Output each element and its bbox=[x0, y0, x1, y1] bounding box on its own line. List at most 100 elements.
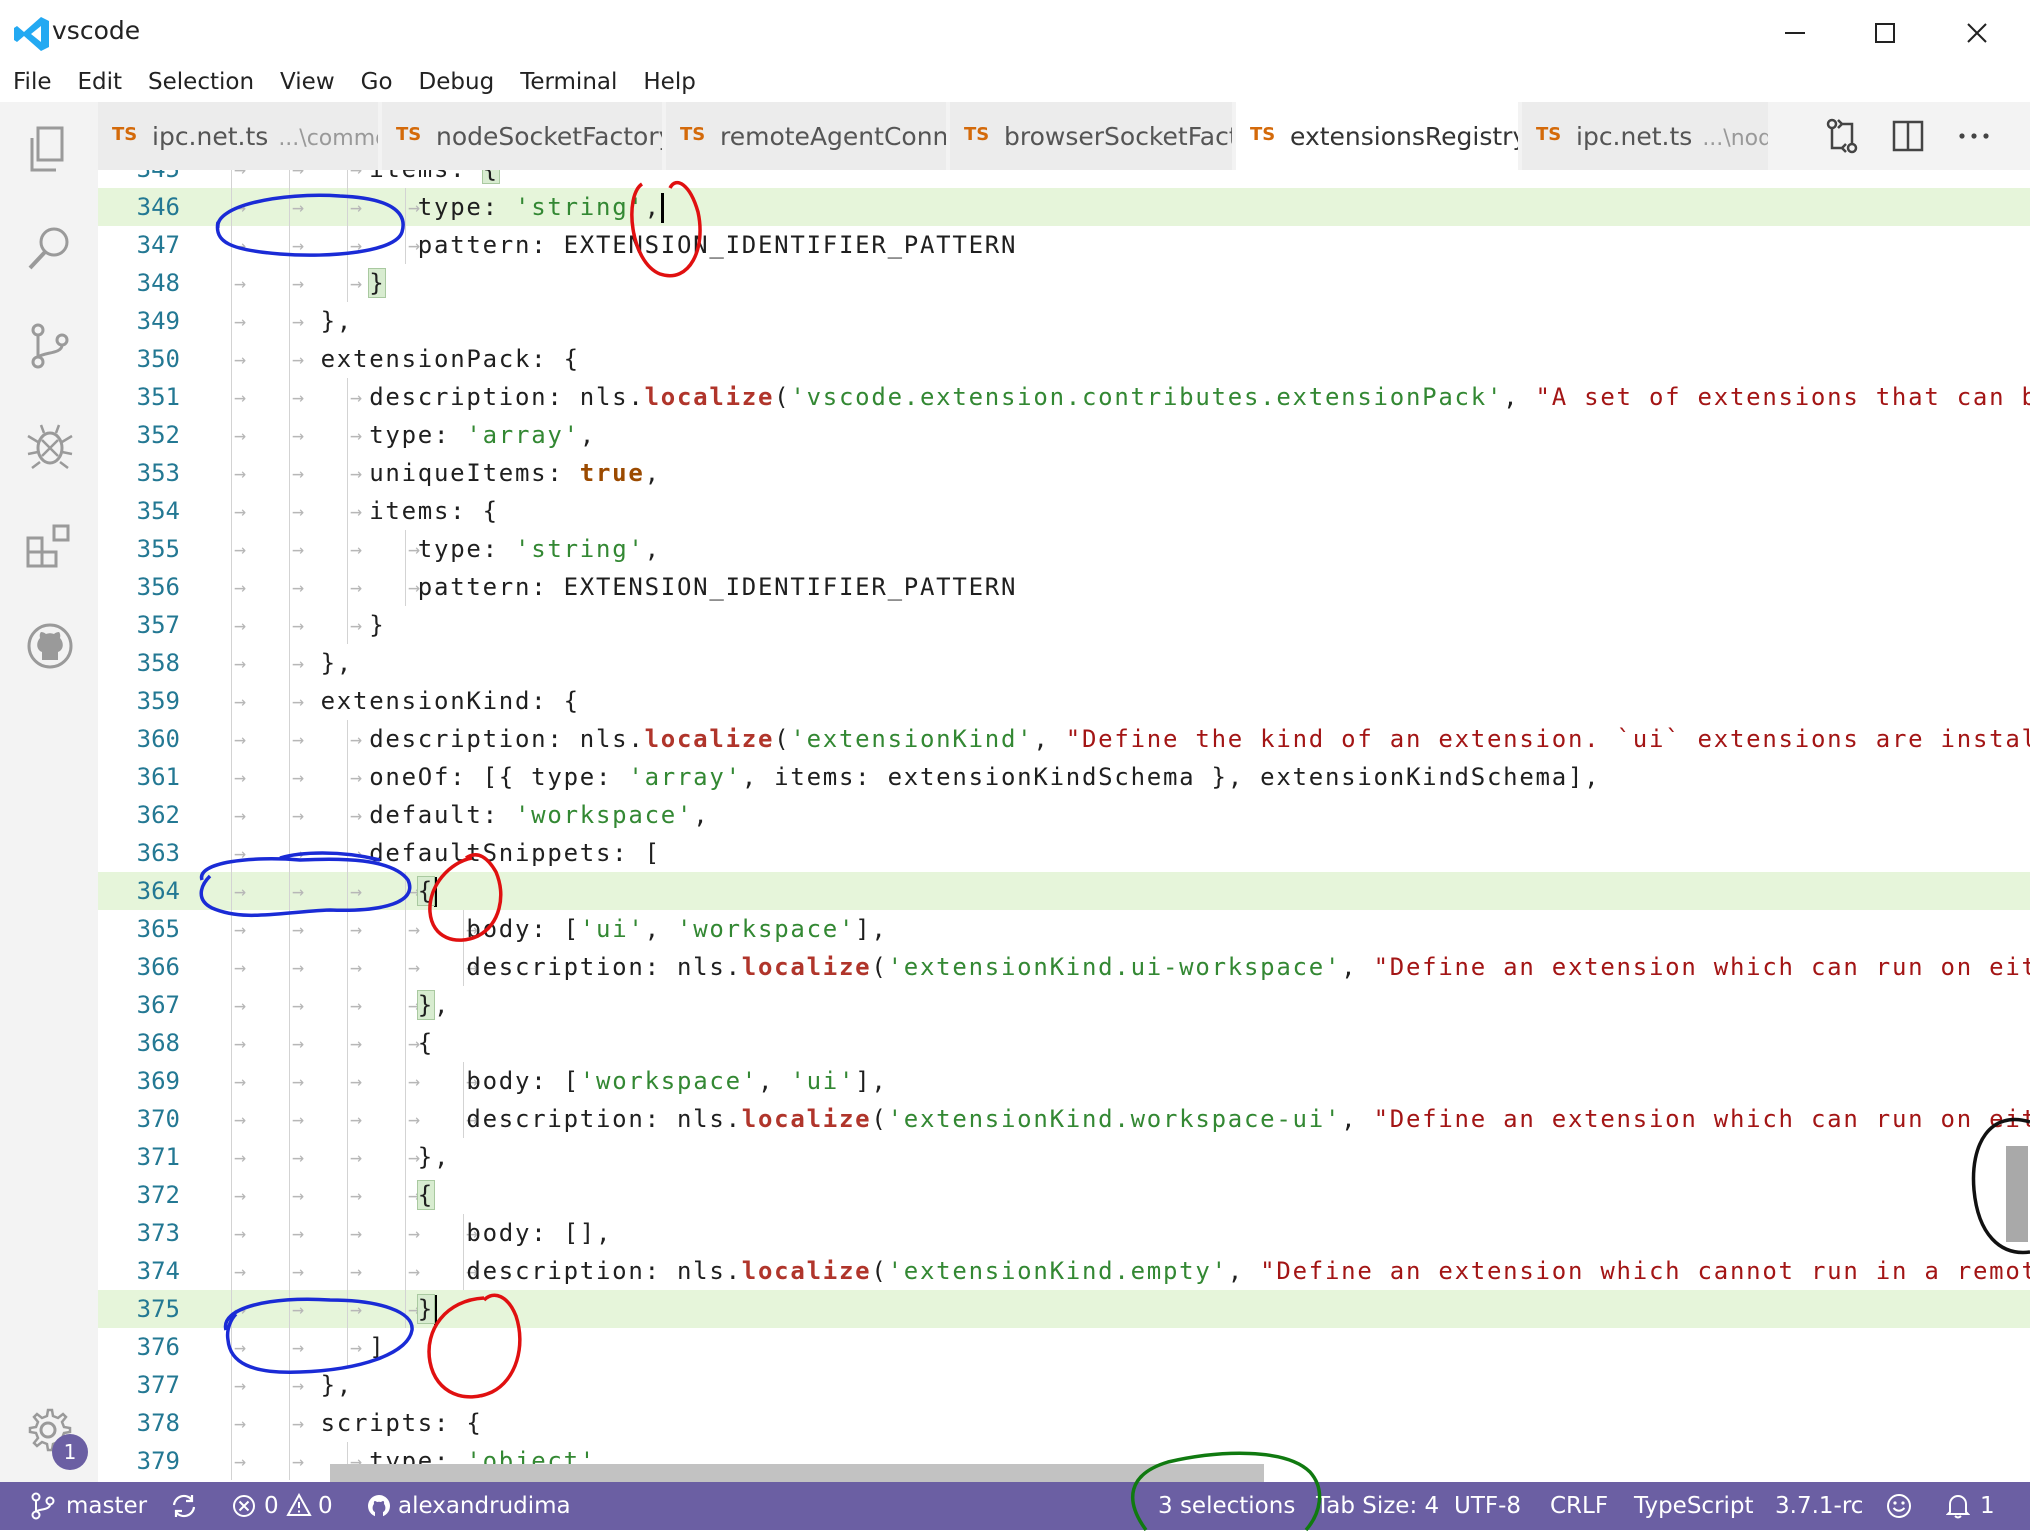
code-line[interactable]: 373 → → → → → body: [], bbox=[98, 1214, 2030, 1252]
code-line[interactable]: 362 → → → default: 'workspace', bbox=[98, 796, 2030, 834]
code-line[interactable]: 353 → → → uniqueItems: true, bbox=[98, 454, 2030, 492]
selections-count[interactable]: 3 selections bbox=[1158, 1482, 1295, 1530]
menu-go[interactable]: Go bbox=[348, 64, 406, 100]
indent-guide bbox=[347, 1176, 348, 1214]
code-line[interactable]: 363 → → → defaultSnippets: [ bbox=[98, 834, 2030, 872]
indent-guide bbox=[231, 1062, 232, 1100]
notification-bell-icon[interactable] bbox=[1946, 1493, 1970, 1519]
code-line[interactable]: 345 → → → items: { bbox=[98, 170, 2030, 188]
whitespace-arrow-icon: → bbox=[292, 1145, 305, 1169]
tab-ipc-net-common[interactable]: TS ipc.net.ts...\common bbox=[98, 102, 379, 170]
tab-remote-agent-connection[interactable]: TS remoteAgentConne bbox=[666, 102, 947, 170]
code-line[interactable]: 352 → → → type: 'array', bbox=[98, 416, 2030, 454]
maximize-button[interactable] bbox=[1855, 10, 1915, 56]
code-line[interactable]: 356 → → → → pattern: EXTENSION_IDENTIFIER_PAT… bbox=[98, 568, 2030, 606]
language-mode[interactable]: TypeScript bbox=[1634, 1482, 1754, 1530]
explorer-icon[interactable] bbox=[24, 124, 76, 176]
more-actions-icon[interactable] bbox=[1954, 116, 1994, 156]
indent-guide bbox=[289, 1290, 290, 1328]
minimize-button[interactable] bbox=[1765, 10, 1825, 56]
whitespace-arrow-icon: → bbox=[234, 1335, 247, 1359]
menu-terminal[interactable]: Terminal bbox=[507, 64, 630, 100]
error-count[interactable]: 0 bbox=[264, 1482, 279, 1530]
code-line[interactable]: 371 → → → →}, bbox=[98, 1138, 2030, 1176]
code-line[interactable]: 359 → → extensionKind: { bbox=[98, 682, 2030, 720]
code-line[interactable]: 378 → → scripts: { bbox=[98, 1404, 2030, 1442]
code-line[interactable]: 351 → → → description: nls.localize('vscode.… bbox=[98, 378, 2030, 416]
tab-node-socket-factory[interactable]: TS nodeSocketFactory.t bbox=[382, 102, 663, 170]
code-line[interactable]: 361 → → → oneOf: [{ type: 'array', items: ex… bbox=[98, 758, 2030, 796]
branch-name[interactable]: master bbox=[66, 1482, 147, 1530]
tab-extensions-registry[interactable]: TS extensionsRegistry.t bbox=[1236, 102, 1519, 170]
warning-count[interactable]: 0 bbox=[318, 1482, 333, 1530]
code-line[interactable]: 348 → → →} bbox=[98, 264, 2030, 302]
menu-file[interactable]: File bbox=[0, 64, 65, 100]
code-line[interactable]: 347 → → → → pattern: EXTENSION_IDENTIFIER_PAT… bbox=[98, 226, 2030, 264]
compare-changes-icon[interactable] bbox=[1822, 116, 1862, 156]
close-button[interactable] bbox=[1947, 10, 2007, 56]
code-line[interactable]: 360 → → → description: nls.localize('extensi… bbox=[98, 720, 2030, 758]
code-line[interactable]: 370 → → → → → description: nls.localize('exten… bbox=[98, 1100, 2030, 1138]
code-line[interactable]: 350 → → extensionPack: { bbox=[98, 340, 2030, 378]
whitespace-arrow-icon: → bbox=[350, 613, 363, 637]
whitespace-arrow-icon: → bbox=[408, 1069, 421, 1093]
menu-debug[interactable]: Debug bbox=[406, 64, 508, 100]
menu-edit[interactable]: Edit bbox=[65, 64, 136, 100]
split-editor-icon[interactable] bbox=[1888, 116, 1928, 156]
github-icon[interactable] bbox=[24, 620, 76, 672]
horizontal-scrollbar[interactable] bbox=[330, 1464, 1264, 1482]
code-line[interactable]: 366 → → → → → description: nls.localize('exten… bbox=[98, 948, 2030, 986]
tab-ipc-net-node[interactable]: TS ipc.net.ts...\node bbox=[1522, 102, 1769, 170]
scrollbar-thumb[interactable] bbox=[2006, 1146, 2028, 1242]
typescript-version[interactable]: 3.7.1-rc bbox=[1775, 1482, 1863, 1530]
typescript-icon: TS bbox=[680, 124, 706, 145]
feedback-smiley-icon[interactable] bbox=[1886, 1493, 1912, 1519]
encoding[interactable]: UTF-8 bbox=[1454, 1482, 1521, 1530]
extensions-icon[interactable] bbox=[24, 520, 76, 572]
code-text: scripts: { bbox=[320, 1409, 483, 1437]
indent-guide bbox=[347, 1328, 348, 1366]
code-line[interactable]: 374 → → → → → description: nls.localize('exten… bbox=[98, 1252, 2030, 1290]
indent-guide bbox=[463, 1100, 464, 1138]
sync-icon[interactable] bbox=[170, 1493, 198, 1519]
code-line[interactable]: 349 → →}, bbox=[98, 302, 2030, 340]
tab-browser-socket-factory[interactable]: TS browserSocketFacto bbox=[950, 102, 1233, 170]
whitespace-arrow-icon: → bbox=[350, 170, 362, 188]
code-line[interactable]: 367 → → → →}, bbox=[98, 986, 2030, 1024]
code-line[interactable]: 375 → → → →} bbox=[98, 1290, 2030, 1328]
code-line[interactable]: 358 → →}, bbox=[98, 644, 2030, 682]
tab-size[interactable]: Tab Size: 4 bbox=[1316, 1482, 1439, 1530]
indent-guide bbox=[289, 1100, 290, 1138]
whitespace-arrow-icon: → bbox=[234, 1221, 247, 1245]
whitespace-arrow-icon: → bbox=[234, 727, 247, 751]
whitespace-arrow-icon: → bbox=[292, 461, 305, 485]
menu-help[interactable]: Help bbox=[630, 64, 708, 100]
account-name[interactable]: alexandrudima bbox=[398, 1482, 571, 1530]
error-icon[interactable] bbox=[232, 1494, 256, 1518]
code-line[interactable]: 357 → → →} bbox=[98, 606, 2030, 644]
code-line[interactable]: 364 → → → →{ bbox=[98, 872, 2030, 910]
vertical-scrollbar[interactable] bbox=[2002, 170, 2028, 1482]
menu-view[interactable]: View bbox=[267, 64, 348, 100]
line-ending[interactable]: CRLF bbox=[1550, 1482, 1608, 1530]
whitespace-arrow-icon: → bbox=[350, 1183, 363, 1207]
code-line[interactable]: 376 → → →] bbox=[98, 1328, 2030, 1366]
code-line[interactable]: 372 → → → →{ bbox=[98, 1176, 2030, 1214]
code-line[interactable]: 355 → → → → type: 'string', bbox=[98, 530, 2030, 568]
whitespace-arrow-icon: → bbox=[234, 423, 247, 447]
code-line[interactable]: 346 → → → → type: 'string', bbox=[98, 188, 2030, 226]
source-control-icon[interactable] bbox=[24, 320, 76, 372]
code-line[interactable]: 368 → → → →{ bbox=[98, 1024, 2030, 1062]
notification-count[interactable]: 1 bbox=[1980, 1482, 1995, 1530]
menu-selection[interactable]: Selection bbox=[135, 64, 267, 100]
search-icon[interactable] bbox=[24, 222, 76, 274]
debug-icon[interactable] bbox=[24, 420, 76, 472]
indent-guide bbox=[231, 340, 232, 378]
code-line[interactable]: 354 → → → items: { bbox=[98, 492, 2030, 530]
code-editor[interactable]: 379 → → → type: 'object', 378 → → scripts: {377 →… bbox=[98, 170, 2030, 1482]
code-line[interactable]: 369 → → → → → body: ['workspace', 'ui'], bbox=[98, 1062, 2030, 1100]
code-line[interactable]: 377 → →}, bbox=[98, 1366, 2030, 1404]
warning-icon[interactable] bbox=[286, 1493, 312, 1517]
code-line[interactable]: 365 → → → → → body: ['ui', 'workspace'], bbox=[98, 910, 2030, 948]
whitespace-arrow-icon: → bbox=[350, 803, 363, 827]
